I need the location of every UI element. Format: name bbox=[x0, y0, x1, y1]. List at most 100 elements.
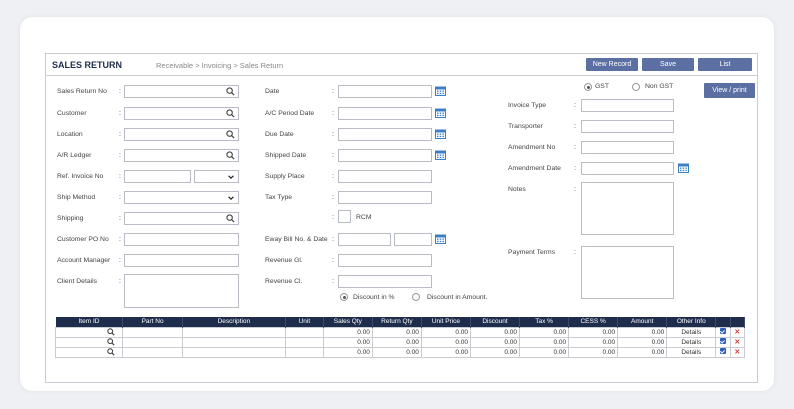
search-icon[interactable] bbox=[226, 214, 235, 223]
tax-cell[interactable]: 0.00 bbox=[519, 346, 570, 358]
checkbox-checked-icon[interactable] bbox=[719, 338, 726, 344]
sales-qty-cell[interactable]: 0.00 bbox=[322, 346, 373, 358]
row-delete-cell[interactable]: ✕ bbox=[729, 346, 746, 358]
checkbox-checked-icon[interactable] bbox=[719, 328, 726, 334]
amendment-date-input[interactable] bbox=[581, 162, 674, 175]
item-id-cell[interactable] bbox=[54, 346, 124, 358]
amount-cell: 0.00 bbox=[617, 326, 668, 338]
description-cell[interactable] bbox=[181, 336, 286, 348]
tax-cell[interactable]: 0.00 bbox=[519, 336, 570, 348]
row-delete-cell[interactable]: ✕ bbox=[729, 336, 746, 348]
customer-input[interactable] bbox=[124, 107, 239, 120]
part-no-cell[interactable] bbox=[122, 346, 183, 358]
row-delete-cell[interactable]: ✕ bbox=[729, 326, 746, 338]
unit-cell[interactable] bbox=[284, 326, 324, 338]
sales-return-no-input[interactable] bbox=[124, 85, 239, 98]
discount-percent-radio[interactable] bbox=[340, 293, 348, 301]
ship-method-select[interactable] bbox=[124, 191, 239, 204]
unit-price-cell[interactable]: 0.00 bbox=[420, 326, 471, 338]
row-select-cell[interactable] bbox=[715, 326, 731, 338]
return-qty-cell[interactable]: 0.00 bbox=[371, 346, 422, 358]
description-cell[interactable] bbox=[181, 346, 286, 358]
calendar-icon[interactable] bbox=[678, 163, 689, 173]
ac-period-date-input[interactable] bbox=[338, 107, 432, 120]
search-icon[interactable] bbox=[107, 348, 115, 356]
search-icon[interactable] bbox=[107, 338, 115, 346]
shipping-input[interactable] bbox=[124, 212, 239, 225]
amendment-no-input[interactable] bbox=[581, 141, 674, 154]
discount-amount-radio[interactable] bbox=[412, 293, 420, 301]
details-link[interactable]: Details bbox=[666, 326, 717, 338]
location-input[interactable] bbox=[124, 128, 239, 141]
checkbox-checked-icon[interactable] bbox=[719, 348, 726, 354]
cess-cell[interactable]: 0.00 bbox=[568, 346, 619, 358]
list-button[interactable]: List bbox=[698, 58, 752, 71]
due-date-input[interactable] bbox=[338, 128, 432, 141]
unit-cell[interactable] bbox=[284, 346, 324, 358]
unit-cell[interactable] bbox=[284, 336, 324, 348]
details-link[interactable]: Details bbox=[666, 336, 717, 348]
ar-ledger-input[interactable] bbox=[124, 149, 239, 162]
shipped-date-input[interactable] bbox=[338, 149, 432, 162]
row-select-cell[interactable] bbox=[715, 346, 731, 358]
tax-cell[interactable]: 0.00 bbox=[519, 326, 570, 338]
ref-invoice-select[interactable] bbox=[194, 170, 239, 183]
search-icon[interactable] bbox=[107, 328, 115, 336]
customer-po-no-input[interactable] bbox=[124, 233, 239, 246]
delete-icon[interactable]: ✕ bbox=[734, 339, 740, 346]
search-icon[interactable] bbox=[226, 87, 235, 96]
cess-cell[interactable]: 0.00 bbox=[568, 326, 619, 338]
part-no-cell[interactable] bbox=[122, 326, 183, 338]
delete-icon[interactable]: ✕ bbox=[734, 349, 740, 356]
description-cell[interactable] bbox=[181, 326, 286, 338]
gst-radio[interactable] bbox=[584, 83, 592, 91]
notes-textarea[interactable] bbox=[581, 182, 674, 235]
date-input[interactable] bbox=[338, 85, 432, 98]
discount-cell[interactable]: 0.00 bbox=[469, 336, 521, 348]
revenue-gl-input[interactable] bbox=[338, 254, 432, 267]
invoice-type-input[interactable] bbox=[581, 99, 674, 112]
search-icon[interactable] bbox=[226, 151, 235, 160]
eway-bill-no-input[interactable] bbox=[338, 233, 391, 246]
cess-cell[interactable]: 0.00 bbox=[568, 336, 619, 348]
item-id-cell[interactable] bbox=[54, 326, 124, 338]
unit-price-cell[interactable]: 0.00 bbox=[420, 336, 471, 348]
table-row: 0.00 0.00 0.00 0.00 0.00 0.00 0.00 Detai… bbox=[54, 326, 746, 338]
new-record-button[interactable]: New Record bbox=[586, 58, 638, 71]
return-qty-cell[interactable]: 0.00 bbox=[371, 326, 422, 338]
discount-cell[interactable]: 0.00 bbox=[469, 346, 521, 358]
unit-price-cell[interactable]: 0.00 bbox=[420, 346, 471, 358]
ref-invoice-no-input[interactable] bbox=[124, 170, 191, 183]
calendar-icon[interactable] bbox=[435, 150, 446, 160]
save-button[interactable]: Save bbox=[642, 58, 694, 71]
return-qty-cell[interactable]: 0.00 bbox=[371, 336, 422, 348]
calendar-icon[interactable] bbox=[435, 86, 446, 96]
calendar-icon[interactable] bbox=[435, 108, 446, 118]
sales-qty-cell[interactable]: 0.00 bbox=[322, 336, 373, 348]
part-no-cell[interactable] bbox=[122, 336, 183, 348]
client-details-textarea[interactable] bbox=[124, 274, 239, 308]
discount-cell[interactable]: 0.00 bbox=[469, 326, 521, 338]
table-row: 0.00 0.00 0.00 0.00 0.00 0.00 0.00 Detai… bbox=[54, 336, 746, 348]
eway-bill-date-input[interactable] bbox=[394, 233, 432, 246]
col-return-qty: Return Qty bbox=[372, 317, 422, 327]
non-gst-radio[interactable] bbox=[632, 83, 640, 91]
delete-icon[interactable]: ✕ bbox=[734, 329, 740, 336]
search-icon[interactable] bbox=[226, 130, 235, 139]
revenue-cl-input[interactable] bbox=[338, 275, 432, 288]
account-manager-input[interactable] bbox=[124, 254, 239, 267]
payment-terms-textarea[interactable] bbox=[581, 246, 674, 299]
row-select-cell[interactable] bbox=[715, 336, 731, 348]
item-id-cell[interactable] bbox=[54, 336, 124, 348]
sales-qty-cell[interactable]: 0.00 bbox=[322, 326, 373, 338]
tax-type-input[interactable] bbox=[338, 191, 432, 204]
details-link[interactable]: Details bbox=[666, 346, 717, 358]
calendar-icon[interactable] bbox=[435, 129, 446, 139]
calendar-icon[interactable] bbox=[435, 234, 446, 244]
supply-place-input[interactable] bbox=[338, 170, 432, 183]
label-due-date: Due Date bbox=[265, 131, 294, 138]
rcm-checkbox[interactable] bbox=[338, 210, 351, 223]
search-icon[interactable] bbox=[226, 109, 235, 118]
transporter-input[interactable] bbox=[581, 120, 674, 133]
view-print-button[interactable]: View / print bbox=[704, 83, 755, 98]
